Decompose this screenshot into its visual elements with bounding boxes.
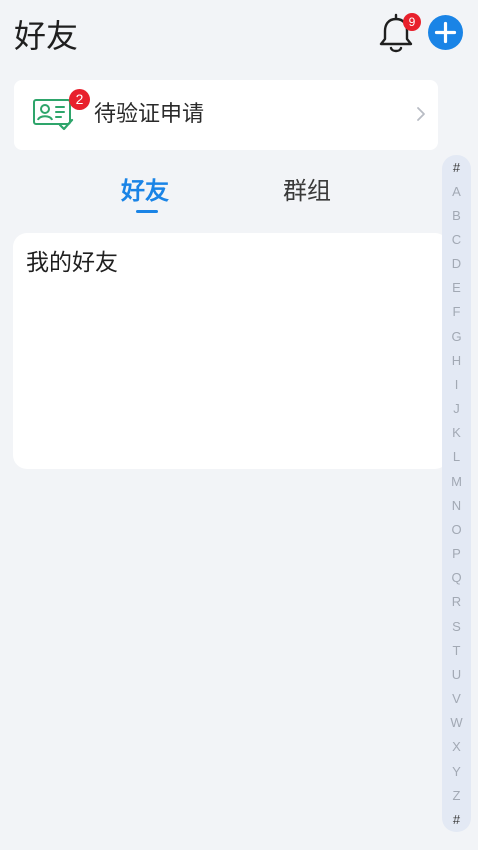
active-tab-indicator (136, 210, 158, 213)
tab-friends[interactable]: 好友 (121, 174, 169, 208)
index-letter[interactable]: Y (442, 764, 471, 780)
index-letter[interactable]: X (442, 739, 471, 755)
pending-verification-label: 待验证申请 (94, 102, 205, 127)
index-letter[interactable]: V (442, 691, 471, 707)
index-letter[interactable]: S (442, 619, 471, 635)
index-letter[interactable]: U (442, 667, 471, 683)
my-friends-heading[interactable]: 我的好友 (26, 247, 118, 279)
pending-verification-row[interactable]: 2 待验证申请 (14, 80, 438, 150)
index-letter[interactable]: M (442, 474, 471, 490)
index-letter[interactable]: C (442, 232, 471, 248)
index-letter[interactable]: P (442, 546, 471, 562)
index-letter[interactable]: Q (442, 570, 471, 586)
index-letter[interactable]: # (442, 160, 471, 176)
index-letter[interactable]: W (442, 715, 471, 731)
index-letter[interactable]: A (442, 184, 471, 200)
index-letter[interactable]: D (442, 256, 471, 272)
index-letter[interactable]: J (442, 401, 471, 417)
index-letter[interactable]: L (442, 449, 471, 465)
notification-badge: 9 (403, 13, 421, 31)
index-letter[interactable]: # (442, 812, 471, 828)
chevron-right-icon (417, 107, 425, 121)
index-letter[interactable]: Z (442, 788, 471, 804)
id-card-check-icon (33, 99, 74, 131)
index-letter[interactable]: H (442, 353, 471, 369)
index-letter[interactable]: F (442, 304, 471, 320)
index-letter[interactable]: G (442, 329, 471, 345)
friends-card: 我的好友 (13, 233, 449, 469)
index-letter[interactable]: T (442, 643, 471, 659)
index-letter[interactable]: O (442, 522, 471, 538)
page-title: 好友 (14, 17, 79, 55)
index-letter[interactable]: E (442, 280, 471, 296)
index-letter[interactable]: B (442, 208, 471, 224)
add-button[interactable] (428, 15, 463, 50)
index-letter[interactable]: I (442, 377, 471, 393)
tab-groups[interactable]: 群组 (283, 174, 331, 208)
plus-icon (434, 21, 457, 44)
index-letter[interactable]: K (442, 425, 471, 441)
index-letter[interactable]: R (442, 594, 471, 610)
alphabet-index-bar[interactable]: # A B C D E F G H I J K L M N O P Q R S … (442, 155, 471, 832)
verify-count-badge: 2 (69, 89, 90, 110)
index-letter[interactable]: N (442, 498, 471, 514)
